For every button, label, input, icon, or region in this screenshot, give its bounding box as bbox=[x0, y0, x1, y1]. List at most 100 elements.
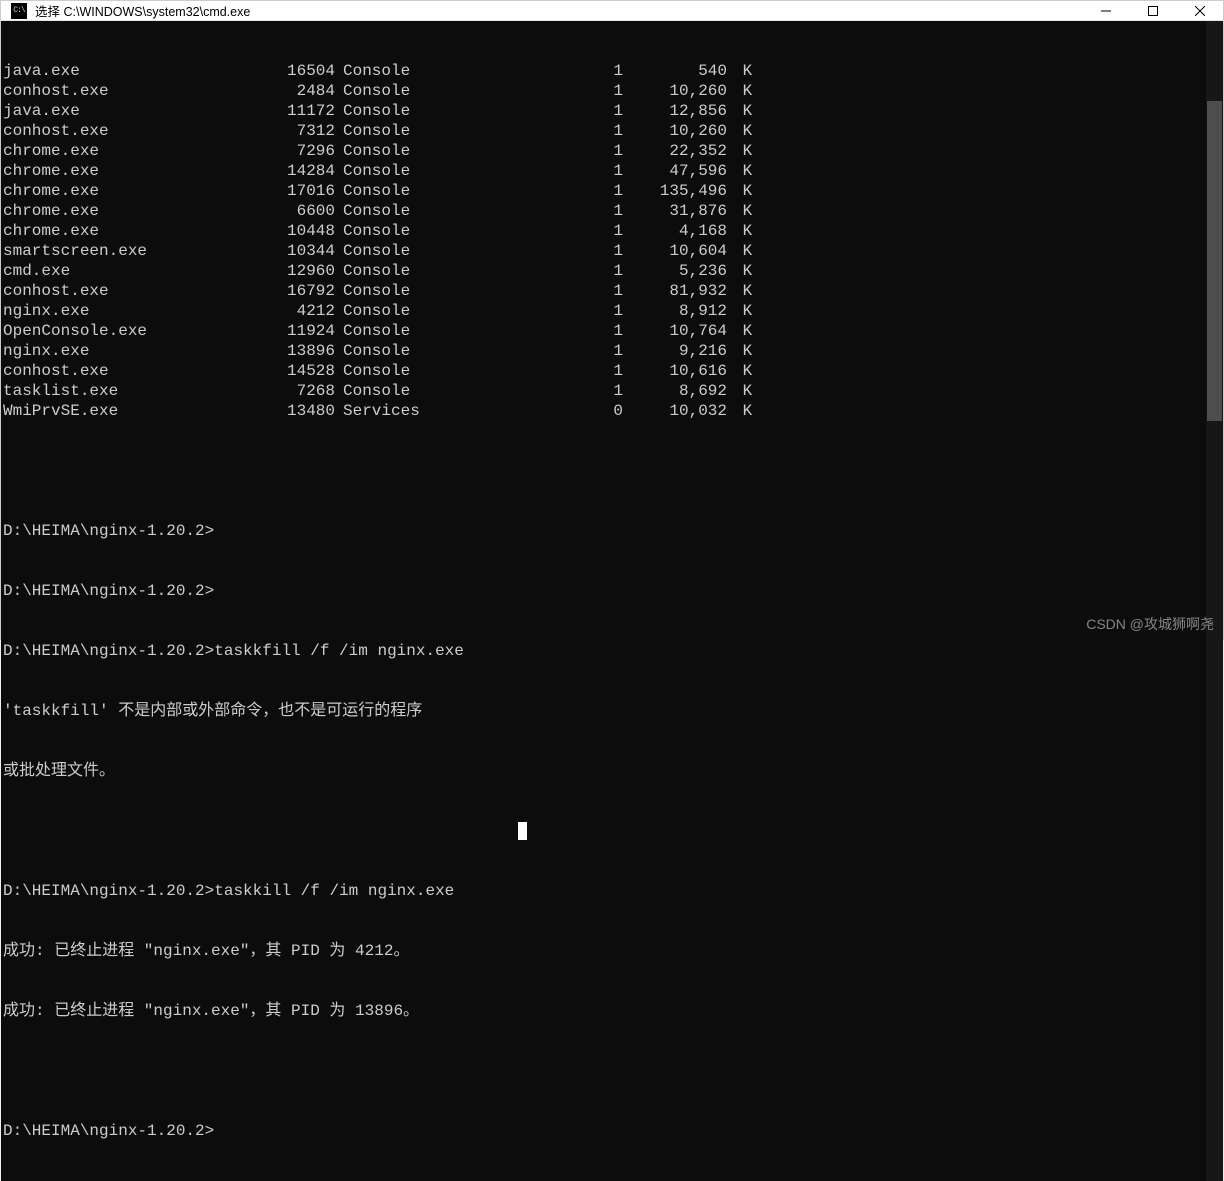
process-name: conhost.exe bbox=[3, 281, 253, 301]
process-name: chrome.exe bbox=[3, 221, 253, 241]
process-unit: K bbox=[733, 261, 752, 281]
process-pid: 17016 bbox=[253, 181, 343, 201]
process-row: tasklist.exe7268Console18,692 K bbox=[3, 381, 1206, 401]
blank-cursor-line bbox=[3, 821, 1206, 841]
process-pid: 6600 bbox=[253, 201, 343, 221]
blank-line bbox=[3, 1061, 1206, 1081]
process-pid: 7296 bbox=[253, 141, 343, 161]
process-pid: 14528 bbox=[253, 361, 343, 381]
process-unit: K bbox=[733, 61, 752, 81]
process-session: Console bbox=[343, 61, 473, 81]
process-session-num: 0 bbox=[473, 401, 633, 421]
process-name: tasklist.exe bbox=[3, 381, 253, 401]
process-session: Console bbox=[343, 381, 473, 401]
process-session-num: 1 bbox=[473, 301, 633, 321]
error-line: 'taskkfill' 不是内部或外部命令，也不是可运行的程序 bbox=[3, 701, 1206, 721]
process-memory: 10,260 bbox=[633, 81, 733, 101]
minimize-icon bbox=[1101, 6, 1111, 16]
process-pid: 13896 bbox=[253, 341, 343, 361]
process-session: Console bbox=[343, 341, 473, 361]
process-unit: K bbox=[733, 181, 752, 201]
process-row: chrome.exe6600Console131,876 K bbox=[3, 201, 1206, 221]
process-memory: 10,032 bbox=[633, 401, 733, 421]
titlebar[interactable]: C:\ 选择 C:\WINDOWS\system32\cmd.exe bbox=[1, 1, 1223, 21]
process-memory: 135,496 bbox=[633, 181, 733, 201]
error-line: 或批处理文件。 bbox=[3, 761, 1206, 781]
process-memory: 9,216 bbox=[633, 341, 733, 361]
process-session: Console bbox=[343, 281, 473, 301]
process-name: WmiPrvSE.exe bbox=[3, 401, 253, 421]
process-pid: 7268 bbox=[253, 381, 343, 401]
process-memory: 540 bbox=[633, 61, 733, 81]
process-session: Console bbox=[343, 121, 473, 141]
process-name: nginx.exe bbox=[3, 301, 253, 321]
process-row: chrome.exe14284Console147,596 K bbox=[3, 161, 1206, 181]
process-unit: K bbox=[733, 301, 752, 321]
process-pid: 11924 bbox=[253, 321, 343, 341]
process-row: chrome.exe17016Console1135,496 K bbox=[3, 181, 1206, 201]
process-row: nginx.exe13896Console19,216 K bbox=[3, 341, 1206, 361]
process-session: Services bbox=[343, 401, 473, 421]
process-name: conhost.exe bbox=[3, 81, 253, 101]
process-session: Console bbox=[343, 301, 473, 321]
process-session-num: 1 bbox=[473, 341, 633, 361]
process-row: WmiPrvSE.exe13480Services010,032 K bbox=[3, 401, 1206, 421]
process-unit: K bbox=[733, 281, 752, 301]
process-unit: K bbox=[733, 381, 752, 401]
process-name: chrome.exe bbox=[3, 201, 253, 221]
success-line: 成功: 已终止进程 "nginx.exe"，其 PID 为 4212。 bbox=[3, 941, 1206, 961]
process-name: nginx.exe bbox=[3, 341, 253, 361]
process-memory: 8,912 bbox=[633, 301, 733, 321]
process-name: OpenConsole.exe bbox=[3, 321, 253, 341]
process-pid: 7312 bbox=[253, 121, 343, 141]
success-line: 成功: 已终止进程 "nginx.exe"，其 PID 为 13896。 bbox=[3, 1001, 1206, 1021]
process-session: Console bbox=[343, 141, 473, 161]
process-memory: 10,260 bbox=[633, 121, 733, 141]
process-session-num: 1 bbox=[473, 261, 633, 281]
process-pid: 13480 bbox=[253, 401, 343, 421]
process-session-num: 1 bbox=[473, 201, 633, 221]
process-memory: 10,616 bbox=[633, 361, 733, 381]
vertical-scrollbar[interactable] bbox=[1206, 21, 1223, 1181]
process-session: Console bbox=[343, 161, 473, 181]
process-session-num: 1 bbox=[473, 361, 633, 381]
process-row: chrome.exe7296Console122,352 K bbox=[3, 141, 1206, 161]
process-table: java.exe16504Console1540 Kconhost.exe248… bbox=[3, 61, 1206, 421]
process-session-num: 1 bbox=[473, 81, 633, 101]
process-session-num: 1 bbox=[473, 101, 633, 121]
process-session-num: 1 bbox=[473, 161, 633, 181]
process-name: chrome.exe bbox=[3, 141, 253, 161]
close-icon bbox=[1195, 6, 1205, 16]
process-unit: K bbox=[733, 401, 752, 421]
cmd-icon: C:\ bbox=[11, 3, 27, 19]
process-session-num: 1 bbox=[473, 121, 633, 141]
process-memory: 4,168 bbox=[633, 221, 733, 241]
process-session-num: 1 bbox=[473, 181, 633, 201]
process-row: conhost.exe14528Console110,616 K bbox=[3, 361, 1206, 381]
process-unit: K bbox=[733, 241, 752, 261]
process-unit: K bbox=[733, 141, 752, 161]
process-session: Console bbox=[343, 201, 473, 221]
maximize-button[interactable] bbox=[1129, 1, 1176, 20]
process-unit: K bbox=[733, 321, 752, 341]
minimize-button[interactable] bbox=[1082, 1, 1129, 20]
process-memory: 81,932 bbox=[633, 281, 733, 301]
process-pid: 14284 bbox=[253, 161, 343, 181]
selection-cursor bbox=[518, 822, 527, 840]
process-memory: 12,856 bbox=[633, 101, 733, 121]
process-unit: K bbox=[733, 81, 752, 101]
cmd-window: C:\ 选择 C:\WINDOWS\system32\cmd.exe java.… bbox=[0, 0, 1224, 640]
process-session-num: 1 bbox=[473, 281, 633, 301]
terminal-output[interactable]: java.exe16504Console1540 Kconhost.exe248… bbox=[1, 21, 1206, 1181]
process-memory: 8,692 bbox=[633, 381, 733, 401]
process-name: conhost.exe bbox=[3, 361, 253, 381]
process-pid: 12960 bbox=[253, 261, 343, 281]
process-unit: K bbox=[733, 221, 752, 241]
process-unit: K bbox=[733, 341, 752, 361]
close-button[interactable] bbox=[1176, 1, 1223, 20]
scroll-thumb[interactable] bbox=[1207, 101, 1222, 421]
command-line: D:\HEIMA\nginx-1.20.2>taskkill /f /im ng… bbox=[3, 881, 1206, 901]
process-session-num: 1 bbox=[473, 321, 633, 341]
terminal-area: java.exe16504Console1540 Kconhost.exe248… bbox=[1, 21, 1223, 1181]
process-session-num: 1 bbox=[473, 221, 633, 241]
